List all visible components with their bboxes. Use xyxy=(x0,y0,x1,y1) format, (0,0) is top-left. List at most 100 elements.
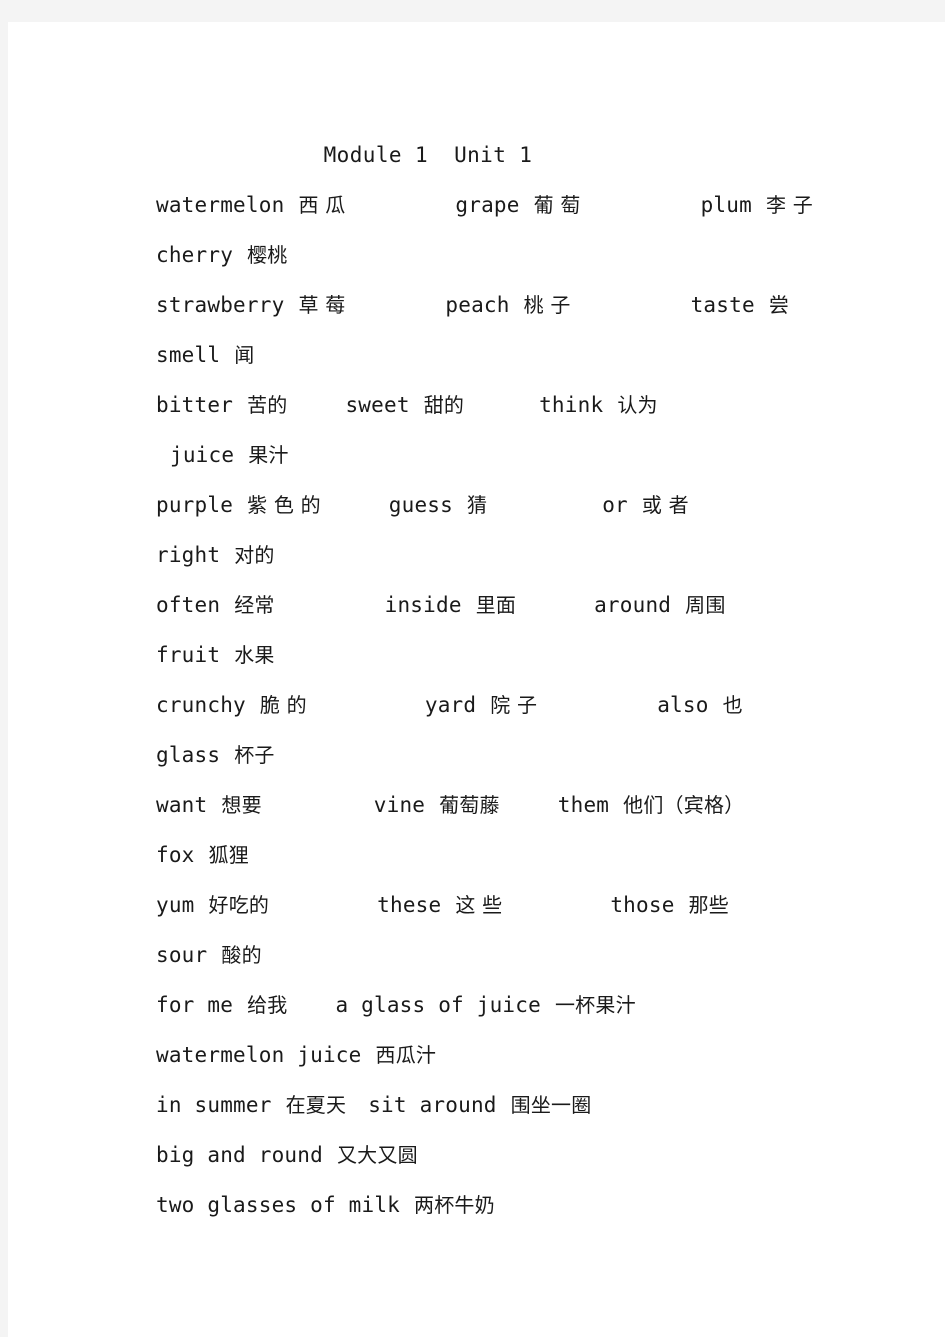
page-title: Module 1 Unit 1 xyxy=(323,143,533,167)
vocabulary-term-chinese: 李 子 xyxy=(765,193,813,217)
vocabulary-term-chinese: 一杯果汁 xyxy=(554,993,636,1017)
vocabulary-line: often 经常 inside 里面 around 周围 xyxy=(148,580,838,630)
vocabulary-term-chinese: 在夏天 xyxy=(285,1093,347,1117)
vocabulary-line: smell 闻 xyxy=(148,330,838,380)
vocabulary-term-english: those xyxy=(610,893,675,917)
vocabulary-term-english: watermelon juice xyxy=(156,1043,362,1067)
vocabulary-line: cherry 樱桃 xyxy=(148,230,838,280)
vocabulary-line: in summer 在夏天 sit around 围坐一圈 xyxy=(148,1080,838,1130)
vocabulary-term-english: fruit xyxy=(156,643,221,667)
vocabulary-line: crunchy 脆 的 yard 院 子 also 也 xyxy=(148,680,838,730)
vocabulary-term-english: often xyxy=(156,593,221,617)
vocabulary-line: purple 紫 色 的 guess 猜 or 或 者 xyxy=(148,480,838,530)
vocabulary-line: two glasses of milk 两杯牛奶 xyxy=(148,1180,838,1230)
vocabulary-term-chinese: 尝 xyxy=(768,293,790,317)
vocabulary-term-chinese: 杯子 xyxy=(234,743,275,767)
vocabulary-term-chinese: 樱桃 xyxy=(247,243,288,267)
vocabulary-term-chinese: 狐狸 xyxy=(208,843,249,867)
vocabulary-term-chinese: 对的 xyxy=(234,543,275,567)
vocabulary-term-english: guess xyxy=(388,493,453,517)
vocabulary-term-chinese: 那些 xyxy=(688,893,729,917)
vocabulary-term-chinese: 周围 xyxy=(685,593,726,617)
vocabulary-line: for me 给我 a glass of juice 一杯果汁 xyxy=(148,980,838,1030)
vocabulary-term-english: a glass of juice xyxy=(335,993,541,1017)
vocabulary-term-english: sour xyxy=(156,943,208,967)
vocabulary-term-chinese: 又大又圆 xyxy=(336,1143,418,1167)
vocabulary-term-chinese: 西 瓜 xyxy=(298,193,346,217)
vocabulary-term-chinese: 紫 色 的 xyxy=(247,493,321,517)
vocabulary-term-chinese: 两杯牛奶 xyxy=(414,1193,495,1217)
vocabulary-term-chinese: 西瓜汁 xyxy=(375,1043,437,1067)
vocabulary-term-english: sweet xyxy=(345,393,410,417)
vocabulary-term-chinese: 苦的 xyxy=(247,393,288,417)
vocabulary-term-english: want xyxy=(156,793,208,817)
vocabulary-term-english: sit around xyxy=(368,1093,497,1117)
vocabulary-term-english: peach xyxy=(445,293,510,317)
vocabulary-term-english: inside xyxy=(384,593,462,617)
vocabulary-line: watermelon 西 瓜 grape 葡 萄 plum 李 子 xyxy=(148,180,838,230)
vocabulary-term-english: strawberry xyxy=(156,293,285,317)
vocabulary-line: sour 酸的 xyxy=(148,930,838,980)
vocabulary-term-chinese: 脆 的 xyxy=(259,693,307,717)
vocabulary-term-chinese: 葡 萄 xyxy=(533,193,581,217)
vocabulary-line: strawberry 草 莓 peach 桃 子 taste 尝 xyxy=(148,280,838,330)
vocabulary-term-english: juice xyxy=(170,443,235,467)
vocabulary-term-english: in summer xyxy=(156,1093,272,1117)
vocabulary-term-english: taste xyxy=(690,293,755,317)
vocabulary-term-english: big and round xyxy=(156,1143,323,1167)
vocabulary-term-english: fox xyxy=(156,843,195,867)
vocabulary-line: fox 狐狸 xyxy=(148,830,838,880)
vocabulary-term-english: them xyxy=(557,793,610,817)
vocabulary-term-chinese: 围坐一圈 xyxy=(510,1093,592,1117)
vocabulary-term-chinese: 猜 xyxy=(467,493,488,517)
vocabulary-term-english: also xyxy=(657,693,709,717)
vocabulary-line: fruit 水果 xyxy=(148,630,838,680)
vocabulary-term-english: think xyxy=(539,393,604,417)
vocabulary-term-chinese: 水果 xyxy=(234,643,275,667)
vocabulary-term-english: around xyxy=(594,593,672,617)
vocabulary-term-chinese: 好吃的 xyxy=(208,893,270,917)
vocabulary-term-english: plum xyxy=(700,193,752,217)
vocabulary-line: right 对的 xyxy=(148,530,838,580)
vocabulary-line: big and round 又大又圆 xyxy=(148,1130,838,1180)
document-page: Module 1 Unit 1 watermelon 西 瓜 grape 葡 萄 plu… xyxy=(8,22,945,1337)
vocabulary-term-chinese: 也 xyxy=(722,693,743,717)
vocabulary-term-english: grape xyxy=(455,193,520,217)
vocabulary-term-english: smell xyxy=(156,343,221,367)
vocabulary-term-chinese: 葡萄藤 xyxy=(439,793,500,817)
vocabulary-term-english: these xyxy=(377,893,442,917)
vocabulary-term-chinese: 酸的 xyxy=(221,943,262,967)
vocabulary-term-chinese: 甜的 xyxy=(423,393,465,417)
vocabulary-line: bitter 苦的 sweet 甜的 think 认为 xyxy=(148,380,838,430)
vocabulary-term-chinese: 他们（宾格） xyxy=(623,793,745,817)
vocabulary-term-chinese: 给我 xyxy=(247,993,288,1017)
vocabulary-term-english: two glasses of milk xyxy=(156,1193,401,1217)
vocabulary-line: juice 果汁 xyxy=(148,430,838,480)
vocabulary-term-english: right xyxy=(156,543,221,567)
vocabulary-term-chinese: 里面 xyxy=(475,593,517,617)
vocabulary-term-chinese: 闻 xyxy=(234,343,255,367)
vocabulary-term-english: watermelon xyxy=(156,193,285,217)
vocabulary-line: want 想要 vine 葡萄藤 them 他们（宾格） xyxy=(148,780,838,830)
vocabulary-term-english: bitter xyxy=(156,393,234,417)
vocabulary-line: watermelon juice 西瓜汁 xyxy=(148,1030,838,1080)
vocabulary-term-chinese: 果汁 xyxy=(248,443,289,467)
vocabulary-term-english: crunchy xyxy=(156,693,246,717)
vocabulary-term-english: or xyxy=(602,493,628,517)
vocabulary-term-english: glass xyxy=(156,743,221,767)
vocabulary-line: yum 好吃的 these 这 些 those 那些 xyxy=(148,880,838,930)
vocabulary-term-english: yum xyxy=(156,893,195,917)
vocabulary-line: glass 杯子 xyxy=(148,730,838,780)
vocabulary-term-chinese: 经常 xyxy=(234,593,275,617)
vocabulary-term-chinese: 想要 xyxy=(221,793,262,817)
vocabulary-term-chinese: 草 莓 xyxy=(298,293,346,317)
vocabulary-term-english: yard xyxy=(424,693,477,717)
vocabulary-term-chinese: 认为 xyxy=(617,393,658,417)
vocabulary-term-english: vine xyxy=(373,793,426,817)
vocabulary-term-chinese: 桃 子 xyxy=(523,293,571,317)
vocabulary-line-list: watermelon 西 瓜 grape 葡 萄 plum 李 子 cherry 樱桃 stra… xyxy=(148,180,838,1230)
vocabulary-term-english: purple xyxy=(156,493,234,517)
vocabulary-term-chinese: 或 者 xyxy=(641,493,689,517)
vocabulary-term-english: cherry xyxy=(156,243,234,267)
vocabulary-term-chinese: 院 子 xyxy=(490,693,538,717)
